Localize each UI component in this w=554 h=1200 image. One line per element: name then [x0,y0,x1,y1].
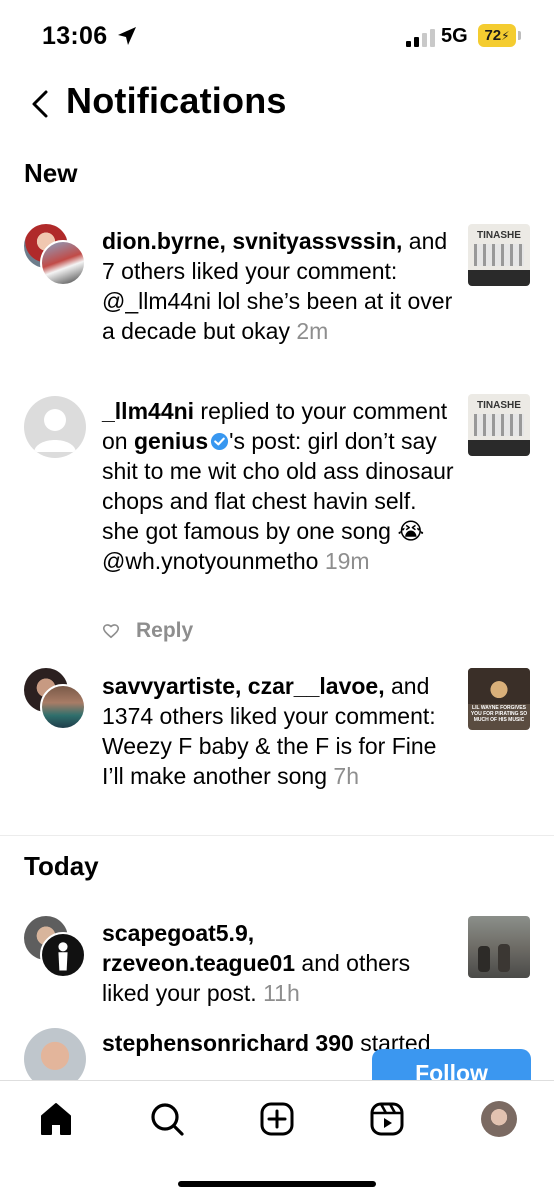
status-time: 13:06 [42,22,108,50]
notification-users[interactable]: savvyartiste, czar__lavoe, [102,673,385,699]
thumbnail-photo [468,668,530,704]
notification-text[interactable]: savvyartiste, czar__lavoe, and 1374 othe… [102,671,456,791]
avatar-stack[interactable] [24,916,88,980]
post-thumbnail[interactable]: LIL WAYNE FORGIVES YOU FOR PIRATING SO M… [468,668,530,730]
page-title: Notifications [66,80,287,121]
notification-time: 7h [333,763,359,789]
status-bar: 13:06 5G 72⚡ [0,0,554,70]
battery-cap [518,31,521,40]
search-icon[interactable] [147,1099,187,1139]
avatar-stack[interactable] [24,668,88,732]
notification-users[interactable]: scapegoat5.9, [102,920,254,946]
notification-text[interactable]: scapegoat5.9, rzeveon.teague01 and others… [102,918,456,1008]
back-button[interactable] [26,84,54,124]
notification-users[interactable]: _llm44ni [102,398,194,424]
reply-button[interactable]: Reply [136,619,193,643]
thumbnail-photo [478,946,490,972]
notification-time: 2m [296,318,329,344]
thumbnail-title: TINASHE [477,400,521,411]
notification-text[interactable]: _llm44ni replied to your comment on geni… [102,396,456,576]
notification-users[interactable]: stephensonrichard 390 [102,1030,354,1056]
avatar-placeholder[interactable] [24,396,86,458]
home-indicator [178,1181,376,1187]
thumbnail-photo [498,944,510,972]
create-icon[interactable] [257,1099,297,1139]
avatar [40,932,86,978]
verified-badge-icon [211,432,229,451]
avatar [40,684,86,730]
battery-indicator: 72⚡ [478,24,516,47]
home-icon[interactable] [36,1099,76,1139]
reply-row: Reply [102,616,193,646]
heart-icon[interactable] [102,623,120,639]
thumbnail-grid [474,414,524,436]
section-divider [0,835,554,836]
charging-bolt-icon: ⚡ [501,29,510,43]
notification-time: 11h [263,980,300,1006]
silhouette-icon [58,942,68,971]
chevron-left-icon [32,90,48,118]
thumbnail-title: TINASHE [477,230,521,241]
avatar [40,240,86,286]
section-title-new: New [24,158,78,188]
reels-icon[interactable] [367,1099,407,1139]
notification-users[interactable]: dion.byrne, svnityassvssin, [102,228,402,254]
battery-level: 72 [484,27,502,44]
signal-strength-icon [406,29,435,47]
profile-avatar[interactable] [481,1101,517,1137]
post-thumbnail[interactable]: TINASHE [468,394,530,456]
thumbnail-caption-bar [468,440,530,456]
network-type: 5G [441,25,468,47]
thumbnail-grid [474,244,524,266]
post-thumbnail[interactable]: TINASHE [468,224,530,286]
post-thumbnail[interactable] [468,916,530,978]
default-user-icon [34,409,76,452]
location-arrow-icon [118,27,136,45]
notification-time: 19m [324,548,370,574]
account-name[interactable]: genius [134,428,208,454]
notification-users[interactable]: rzeveon.teague01 [102,950,295,976]
thumbnail-title: LIL WAYNE FORGIVES YOU FOR PIRATING SO M… [470,705,528,723]
thumbnail-caption-bar [468,270,530,286]
notification-text[interactable]: dion.byrne, svnityassvssin, and 7 others… [102,226,456,346]
avatar-stack[interactable] [24,224,88,288]
section-title-today: Today [24,851,99,881]
